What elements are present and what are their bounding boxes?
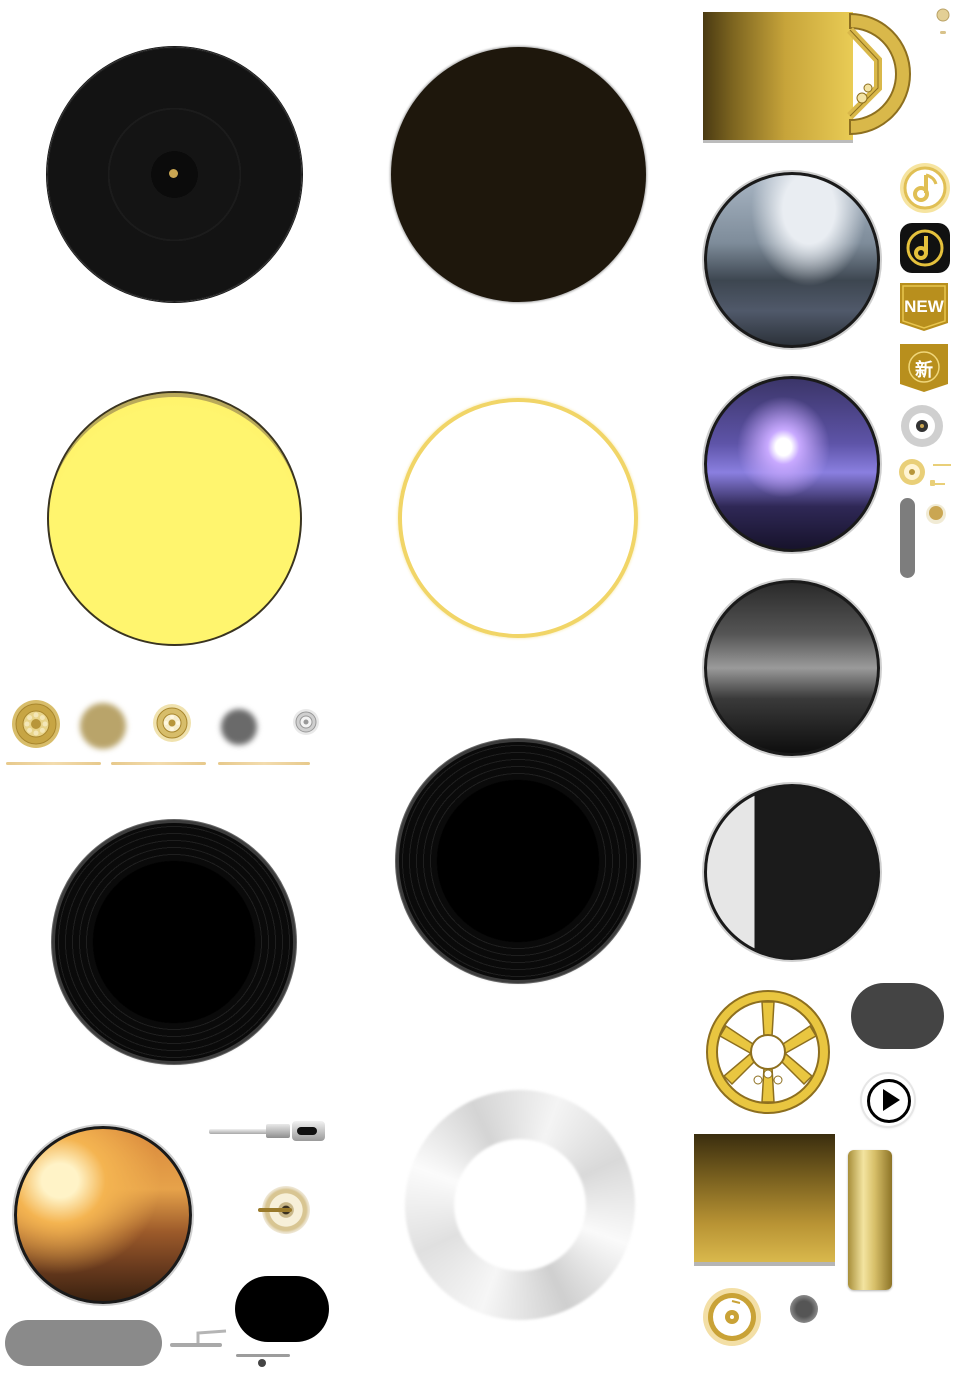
- glass-disc: [405, 1090, 635, 1320]
- album-cover-snowy-mountain[interactable]: [704, 172, 880, 348]
- disc-icon[interactable]: [900, 404, 944, 448]
- gold-divider: [111, 762, 206, 765]
- gold-bar: [848, 1150, 892, 1290]
- music-disc-icon[interactable]: [702, 1287, 762, 1347]
- yellow-disc: [47, 391, 302, 646]
- album-cover-piano-night[interactable]: [704, 376, 880, 552]
- xin-badge-label: 新: [915, 360, 933, 381]
- gear-shadow-gray: [221, 709, 257, 745]
- tonearm-base-icon: [236, 1354, 290, 1367]
- album-cover-golden-city[interactable]: [14, 1126, 192, 1304]
- gray-dot: [790, 1295, 818, 1323]
- album-cover-monochrome[interactable]: [704, 784, 880, 960]
- play-icon[interactable]: [862, 1074, 914, 1126]
- knob-icon[interactable]: [924, 502, 948, 526]
- tonearm-joint: [266, 1124, 290, 1138]
- vinyl-record: [399, 742, 637, 980]
- gold-panel: [694, 1134, 835, 1262]
- gray-pill-button[interactable]: [5, 1320, 162, 1366]
- gear-icon: [153, 704, 191, 742]
- gear-icon: [293, 709, 319, 735]
- knob-icon: [936, 8, 950, 34]
- tonearm-pivot-knob[interactable]: [258, 1186, 310, 1234]
- gold-panel: [703, 12, 853, 140]
- gear-shadow-gold: [80, 703, 126, 749]
- tonearm-rod: [209, 1129, 269, 1134]
- disc-center-dot: [169, 169, 178, 178]
- black-disc: [47, 47, 302, 302]
- scrollbar-thumb[interactable]: [900, 498, 915, 578]
- xin-badge: 新: [900, 344, 948, 392]
- new-badge: NEW: [900, 283, 948, 331]
- tonearm-head[interactable]: [292, 1121, 325, 1141]
- tonearm-icon: [170, 1329, 227, 1347]
- gold-ring: [398, 398, 638, 638]
- reel-icon: [706, 990, 830, 1114]
- vinyl-record: [55, 823, 293, 1061]
- music-disc-icon[interactable]: [900, 223, 950, 273]
- dark-pill-button[interactable]: [851, 983, 944, 1049]
- reel-icon: [847, 12, 911, 136]
- vinyl-record-icon[interactable]: [897, 458, 953, 492]
- black-pill-button[interactable]: [235, 1276, 329, 1342]
- dark-brown-disc: [391, 47, 646, 302]
- music-disc-icon[interactable]: [898, 161, 952, 215]
- album-cover-glass-pillars[interactable]: [704, 580, 880, 756]
- new-badge-label: NEW: [904, 297, 944, 316]
- gear-icon: [12, 700, 60, 748]
- gold-divider: [218, 762, 310, 765]
- gold-divider: [6, 762, 101, 765]
